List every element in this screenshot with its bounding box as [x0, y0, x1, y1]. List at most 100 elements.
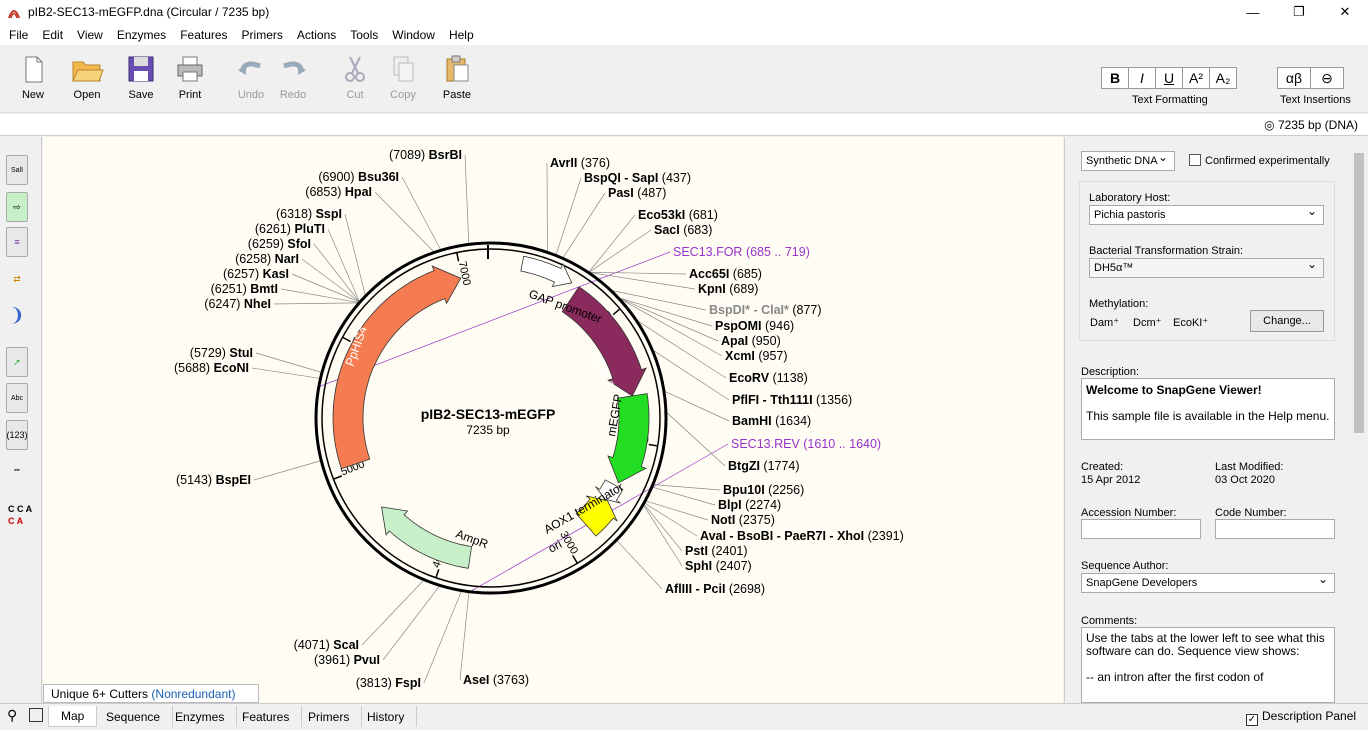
site-name[interactable]: ScaI [333, 638, 359, 652]
primer-tool[interactable]: ≡ [6, 227, 28, 257]
panel-scrollbar[interactable] [1350, 137, 1368, 703]
tab-features[interactable]: Features [230, 706, 303, 727]
redo-button[interactable]: Redo [268, 53, 318, 101]
new-button[interactable]: New [8, 53, 58, 101]
alignment-tool[interactable]: C C A C A [8, 503, 32, 527]
site-name[interactable]: HpaI [345, 185, 372, 199]
site-name[interactable]: BsrBI [429, 148, 462, 162]
tab-enzymes[interactable]: Enzymes [163, 706, 238, 727]
description-box[interactable]: Welcome to SnapGene Viewer! This sample … [1081, 378, 1335, 440]
menu-enzymes[interactable]: Enzymes [110, 28, 173, 42]
enzyme-set-selector[interactable]: Unique 6+ Cutters (Nonredundant) [43, 684, 259, 703]
site-name[interactable]: BspQI - SapI [584, 171, 658, 185]
maximize-button[interactable]: ❐ [1276, 0, 1322, 24]
code-input[interactable] [1215, 519, 1335, 539]
minimize-button[interactable]: — [1230, 0, 1276, 24]
italic-button[interactable]: I [1128, 67, 1156, 89]
underline-button[interactable]: U [1155, 67, 1183, 89]
tab-map[interactable]: Map [48, 706, 98, 727]
site-name[interactable]: SspI [316, 207, 342, 221]
site-name[interactable]: PluTI [294, 222, 325, 236]
site-name[interactable]: BspEI [216, 473, 251, 487]
site-name[interactable]: SacI [654, 223, 680, 237]
comments-box[interactable]: Use the tabs at the lower left to see wh… [1081, 627, 1335, 703]
accession-input[interactable] [1081, 519, 1201, 539]
menu-file[interactable]: File [0, 28, 35, 42]
site-name[interactable]: XcmI [725, 349, 755, 363]
ruler-tool[interactable]: ┅ [6, 455, 28, 485]
paste-button[interactable]: Paste [432, 53, 482, 101]
text-label-tool[interactable]: Abc [6, 383, 28, 413]
site-name[interactable]: EcoRV [729, 371, 770, 385]
plasmid-map-view[interactable]: 1000200030004000500060007000 GAP promote… [43, 137, 1063, 703]
menu-actions[interactable]: Actions [290, 28, 343, 42]
scrollbar-thumb[interactable] [1354, 153, 1364, 433]
link-button[interactable]: ⊖ [1310, 67, 1344, 89]
site-name[interactable]: EcoNI [214, 361, 249, 375]
author-select[interactable]: SnapGene Developers [1081, 572, 1335, 593]
menu-window[interactable]: Window [385, 28, 442, 42]
site-name[interactable]: Bpu10I [723, 483, 765, 497]
menu-help[interactable]: Help [442, 28, 481, 42]
site-name[interactable]: AvaI - BsoBI - PaeR7I - XhoI [700, 529, 864, 543]
orf-tool[interactable]: ⇄ [6, 264, 28, 294]
change-methylation-button[interactable]: Change... [1250, 310, 1324, 332]
search-icon[interactable]: ⚲ [7, 707, 17, 724]
site-name[interactable]: KasI [263, 267, 289, 281]
site-name[interactable]: Eco53kI [638, 208, 685, 222]
site-name[interactable]: AflIII - PciI [665, 582, 725, 596]
site-name[interactable]: PvuI [354, 653, 380, 667]
site-name[interactable]: StuI [229, 346, 253, 360]
greek-button[interactable]: αβ [1277, 67, 1311, 89]
site-name[interactable]: BmtI [250, 282, 278, 296]
site-name[interactable]: ApaI [721, 334, 748, 348]
dna-type-select[interactable]: Synthetic DNA [1081, 150, 1175, 171]
menu-primers[interactable]: Primers [235, 28, 290, 42]
menu-view[interactable]: View [70, 28, 110, 42]
confirmed-checkbox-row[interactable]: Confirmed experimentally [1189, 154, 1330, 167]
site-name[interactable]: PspOMI [715, 319, 762, 333]
feature-tool[interactable]: ⇨ [6, 192, 28, 222]
lab-host-select[interactable]: Pichia pastoris [1089, 204, 1324, 225]
save-button[interactable]: Save [116, 53, 166, 101]
site-name[interactable]: SphI [685, 559, 712, 573]
copy-button[interactable]: Copy [378, 53, 428, 101]
site-name[interactable]: PasI [608, 186, 634, 200]
tab-primers[interactable]: Primers [296, 706, 363, 727]
strand-tool[interactable]: ❩ [6, 300, 28, 330]
tab-history[interactable]: History [355, 706, 418, 727]
confirmed-checkbox[interactable] [1189, 154, 1201, 166]
tab-sequence[interactable]: Sequence [94, 706, 174, 727]
site-name[interactable]: AvrII [550, 156, 577, 170]
close-button[interactable]: ✕ [1322, 0, 1368, 24]
site-name[interactable]: Acc65I [689, 267, 729, 281]
superscript-button[interactable]: A² [1182, 67, 1210, 89]
site-name[interactable]: BtgZI [728, 459, 760, 473]
site-name[interactable]: NarI [275, 252, 299, 266]
open-button[interactable]: Open [62, 53, 112, 101]
site-name[interactable]: SfoI [287, 237, 311, 251]
cut-button[interactable]: Cut [330, 53, 380, 101]
site-name[interactable]: SEC13.REV [731, 437, 800, 451]
site-name[interactable]: SEC13.FOR [673, 245, 742, 259]
split-view-icon[interactable] [29, 708, 43, 722]
site-name[interactable]: NotI [711, 513, 735, 527]
bold-button[interactable]: B [1101, 67, 1129, 89]
print-button[interactable]: Print [165, 53, 215, 101]
site-name[interactable]: BamHI [732, 414, 772, 428]
site-name[interactable]: BspDI* - ClaI* [709, 303, 789, 317]
site-name[interactable]: BlpI [718, 498, 742, 512]
site-name[interactable]: FspI [395, 676, 421, 690]
description-panel-toggle[interactable]: ✓ Description Panel [1246, 709, 1356, 726]
subscript-button[interactable]: A₂ [1209, 67, 1237, 89]
menu-edit[interactable]: Edit [35, 28, 70, 42]
site-name[interactable]: NheI [244, 297, 271, 311]
number-tool[interactable]: (123) [6, 420, 28, 450]
restriction-site-tool[interactable]: SalI [6, 155, 28, 185]
translation-tool[interactable]: ➚ [6, 347, 28, 377]
site-name[interactable]: PflFI - Tth111I [732, 393, 813, 407]
menu-features[interactable]: Features [173, 28, 234, 42]
site-name[interactable]: PstI [685, 544, 708, 558]
site-name[interactable]: KpnI [698, 282, 726, 296]
strain-select[interactable]: DH5α™ [1089, 257, 1324, 278]
